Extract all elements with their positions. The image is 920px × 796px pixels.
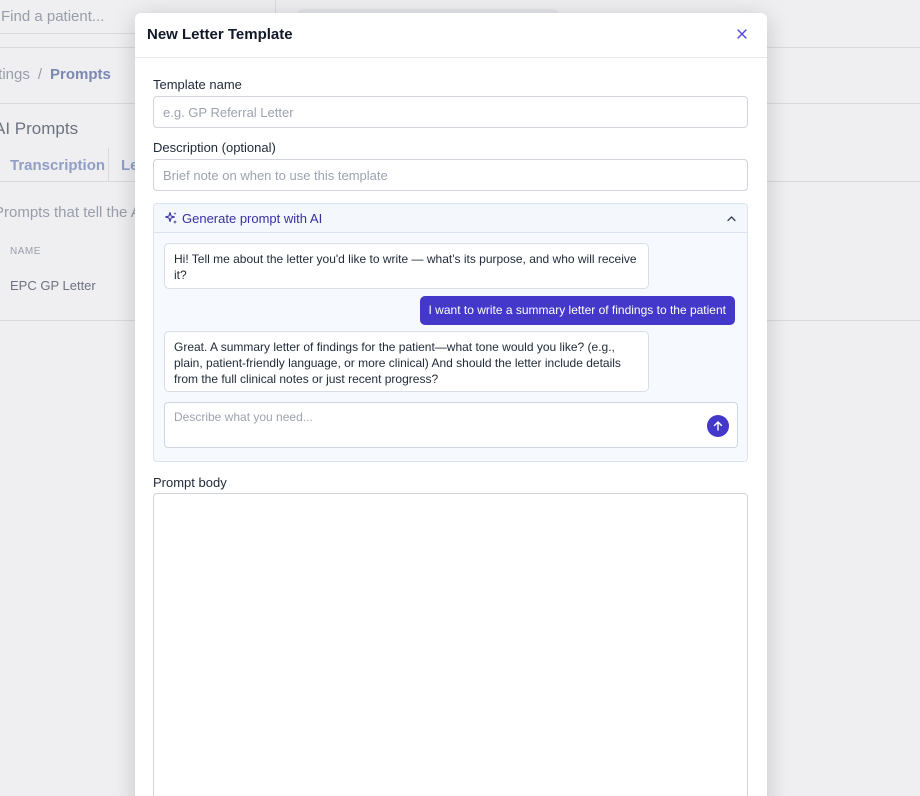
chat-input-container <box>164 402 738 448</box>
ai-panel-toggle[interactable]: Generate prompt with AI <box>154 204 747 233</box>
user-message: I want to write a summary letter of find… <box>419 296 735 325</box>
ai-prompt-generator: Generate prompt with AI Hi! Tell me abou… <box>153 203 748 462</box>
ai-panel-title: Generate prompt with AI <box>182 211 323 226</box>
chevron-up-icon[interactable] <box>725 212 738 225</box>
description-label: Description (optional) <box>153 140 276 155</box>
sparkle-icon <box>164 211 178 225</box>
new-letter-template-modal: New Letter Template Template name Descri… <box>135 13 767 796</box>
send-button[interactable] <box>707 415 729 437</box>
prompt-body-textarea[interactable] <box>153 493 748 796</box>
template-name-label: Template name <box>153 77 242 92</box>
close-icon[interactable] <box>733 25 751 43</box>
description-input[interactable] <box>153 159 748 191</box>
modal-header: New Letter Template <box>135 13 767 58</box>
template-name-input[interactable] <box>153 96 748 128</box>
prompt-body-label: Prompt body <box>153 475 227 490</box>
chat-input[interactable] <box>165 403 695 447</box>
assistant-message: Great. A summary letter of findings for … <box>164 331 649 392</box>
arrow-up-icon <box>713 421 723 431</box>
assistant-message: Hi! Tell me about the letter you'd like … <box>164 243 649 289</box>
modal-title: New Letter Template <box>147 26 293 43</box>
